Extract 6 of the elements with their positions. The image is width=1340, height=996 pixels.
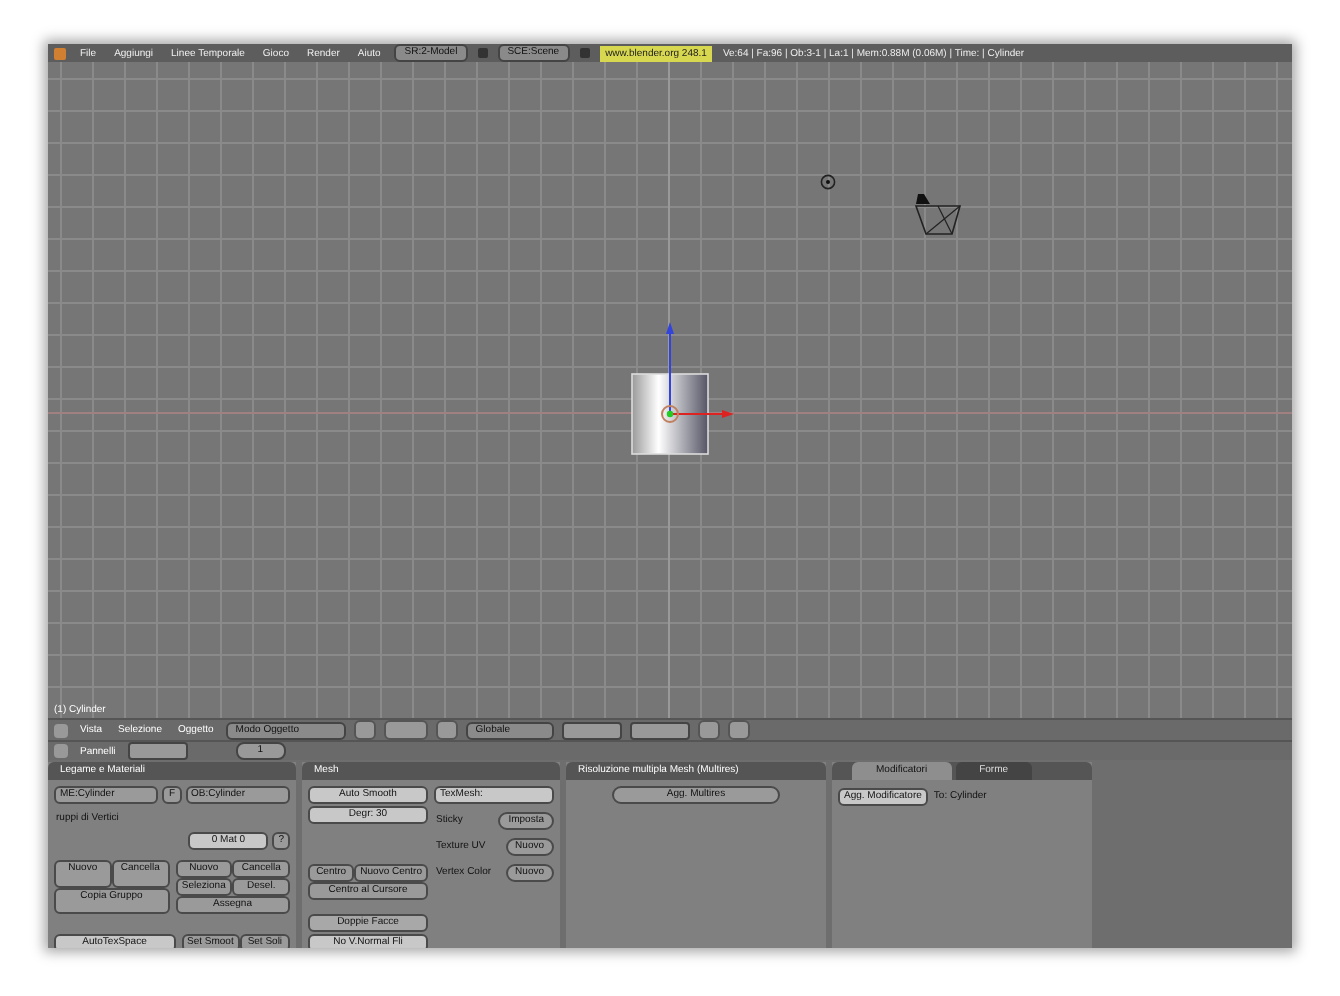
context-buttons[interactable]: [127, 742, 188, 760]
layer-buttons[interactable]: [561, 721, 622, 739]
lamp-icon[interactable]: [820, 174, 836, 190]
pivot-dropdown[interactable]: [383, 720, 428, 740]
camera-drawing[interactable]: [914, 192, 966, 236]
layer-buttons[interactable]: [629, 721, 690, 739]
